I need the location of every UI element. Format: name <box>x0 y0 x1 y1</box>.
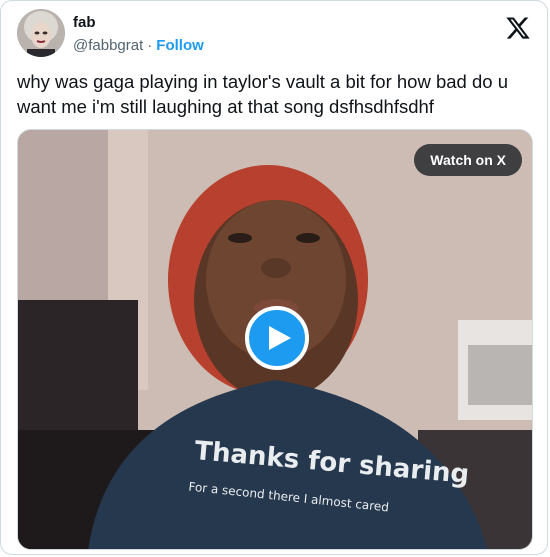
follow-button[interactable]: Follow <box>156 37 204 54</box>
video-media[interactable]: Thanks for sharing For a second there I … <box>17 129 533 550</box>
separator-dot: · <box>147 37 153 54</box>
handle-row: @fabbgrat · Follow <box>73 37 204 54</box>
tweet-header: fab @fabbgrat · Follow <box>17 9 531 57</box>
avatar[interactable] <box>17 9 65 57</box>
x-logo-icon[interactable] <box>505 15 531 41</box>
play-icon[interactable] <box>245 306 309 370</box>
watch-on-x-button[interactable]: Watch on X <box>414 144 522 176</box>
author-handle[interactable]: @fabbgrat <box>73 37 143 54</box>
tweet-card: fab @fabbgrat · Follow why was gaga playin… <box>0 0 548 555</box>
tweet-text: why was gaga playing in taylor's vault a… <box>17 71 508 117</box>
author-name[interactable]: fab <box>73 14 96 31</box>
